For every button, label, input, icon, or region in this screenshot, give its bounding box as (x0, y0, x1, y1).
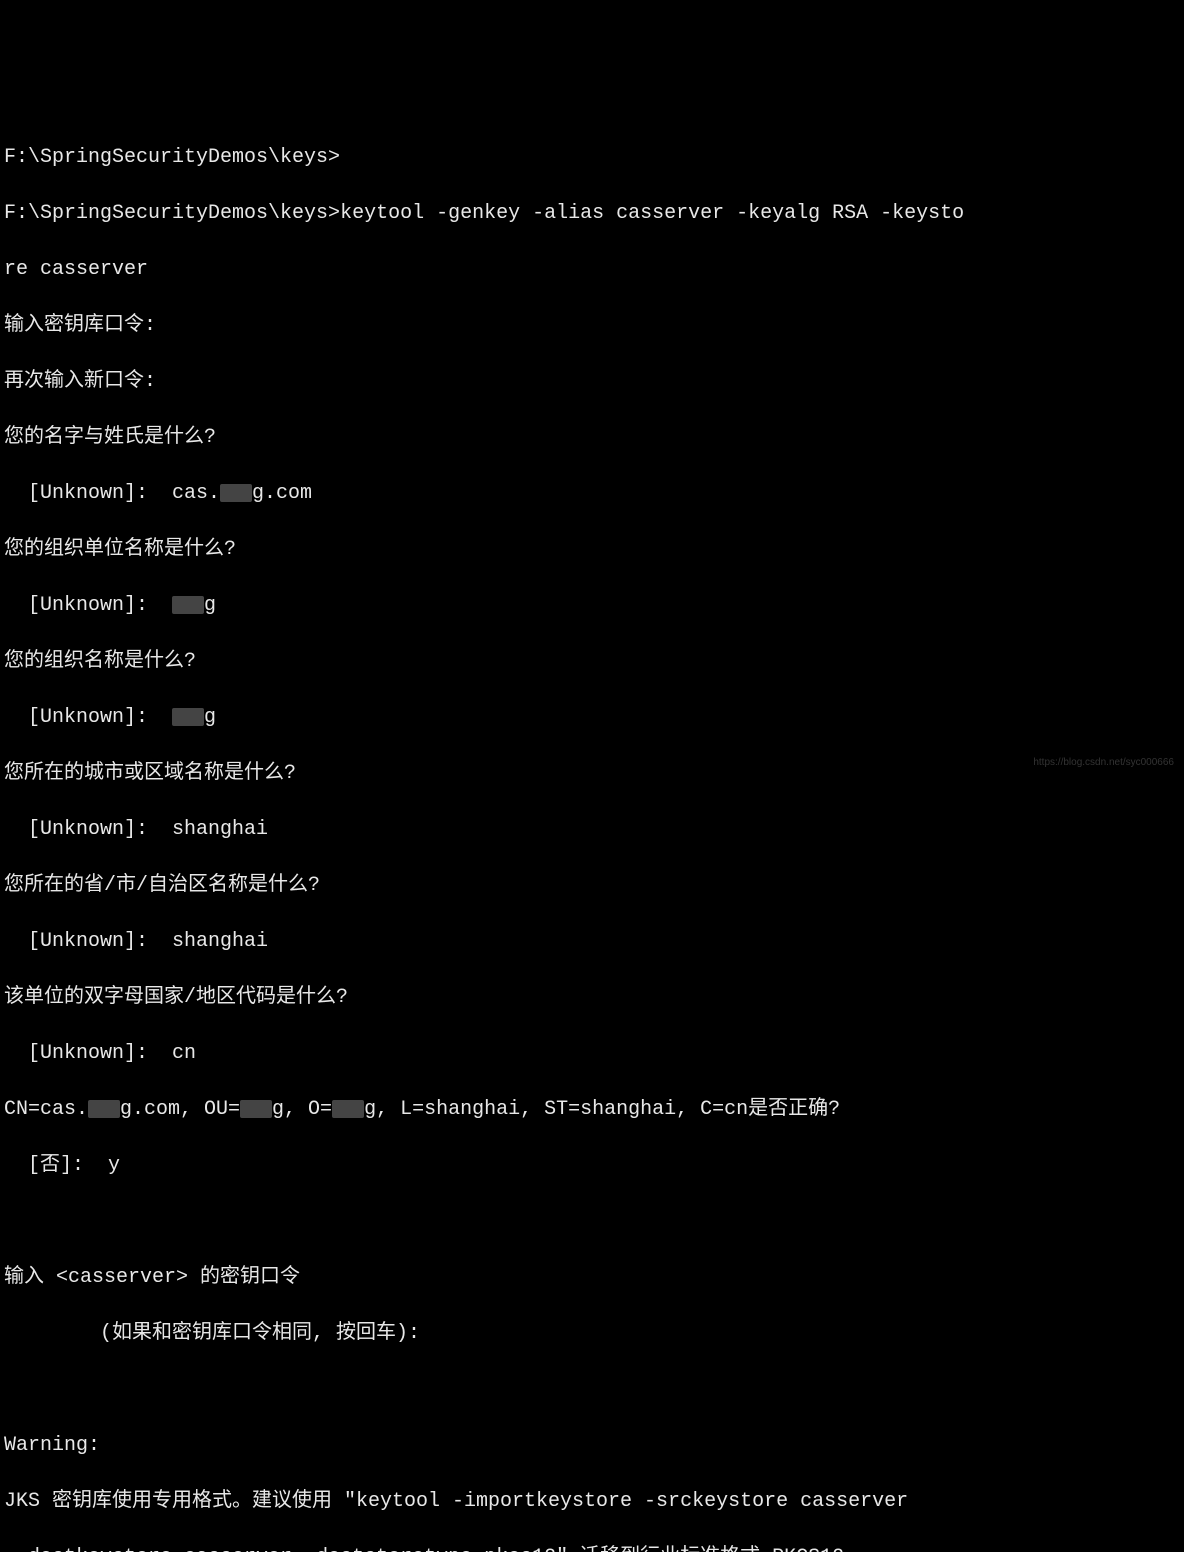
confirm-answer: [否]: y (4, 1152, 1180, 1180)
confirm-pre: CN=cas. (4, 1098, 88, 1121)
command-text: keytool -genkey -alias casserver -keyalg… (340, 202, 964, 225)
key-password-prompt: 输入 <casserver> 的密钥口令 (4, 1264, 1180, 1292)
password-prompt-2: 再次输入新口令: (4, 368, 1180, 396)
state-question: 您所在的省/市/自治区名称是什么? (4, 872, 1180, 900)
terminal-output[interactable]: F:\SpringSecurityDemos\keys> F:\SpringSe… (4, 116, 1180, 1552)
confirm-post: g, L=shanghai, ST=shanghai, C=cn是否正确? (364, 1098, 840, 1121)
redacted-block (220, 484, 252, 502)
name-answer: [Unknown]: cas. g.com (4, 480, 1180, 508)
org-mid: g (204, 706, 216, 729)
country-question: 该单位的双字母国家/地区代码是什么? (4, 984, 1180, 1012)
country-answer: [Unknown]: cn (4, 1040, 1180, 1068)
org-unit-mid: g (204, 594, 216, 617)
confirmation-line: CN=cas. g.com, OU= g, O= g, L=shanghai, ST=… (4, 1096, 1180, 1124)
org-question: 您的组织名称是什么? (4, 648, 1180, 676)
key-password-hint: (如果和密钥库口令相同, 按回车): (4, 1320, 1180, 1348)
org-pre: [Unknown]: (4, 706, 172, 729)
warning-header: Warning: (4, 1432, 1180, 1460)
name-answer-pre: [Unknown]: cas. (4, 482, 220, 505)
confirm-mid2: g, O= (272, 1098, 332, 1121)
state-answer: [Unknown]: shanghai (4, 928, 1180, 956)
warning-text-2: -destkeystore casserver -deststoretype p… (4, 1544, 1180, 1552)
prompt: F:\SpringSecurityDemos\keys> (4, 202, 340, 225)
redacted-block (172, 708, 204, 726)
org-unit-pre: [Unknown]: (4, 594, 172, 617)
password-prompt-1: 输入密钥库口令: (4, 312, 1180, 340)
redacted-block (240, 1100, 272, 1118)
redacted-block (88, 1100, 120, 1118)
warning-text-1: JKS 密钥库使用专用格式。建议使用 "keytool -importkeyst… (4, 1488, 1180, 1516)
city-answer: [Unknown]: shanghai (4, 816, 1180, 844)
city-question: 您所在的城市或区域名称是什么? (4, 760, 1180, 788)
org-unit-answer: [Unknown]: g (4, 592, 1180, 620)
blank-line (4, 1376, 1180, 1404)
name-question: 您的名字与姓氏是什么? (4, 424, 1180, 452)
org-answer: [Unknown]: g (4, 704, 1180, 732)
org-unit-question: 您的组织单位名称是什么? (4, 536, 1180, 564)
name-answer-post: g.com (252, 482, 312, 505)
command-continuation: re casserver (4, 256, 1180, 284)
command-line: F:\SpringSecurityDemos\keys>keytool -gen… (4, 200, 1180, 228)
redacted-block (332, 1100, 364, 1118)
prompt-line: F:\SpringSecurityDemos\keys> (4, 144, 1180, 172)
watermark-text: https://blog.csdn.net/syc000666 (1033, 756, 1174, 770)
blank-line (4, 1208, 1180, 1236)
redacted-block (172, 596, 204, 614)
confirm-mid1: g.com, OU= (120, 1098, 240, 1121)
